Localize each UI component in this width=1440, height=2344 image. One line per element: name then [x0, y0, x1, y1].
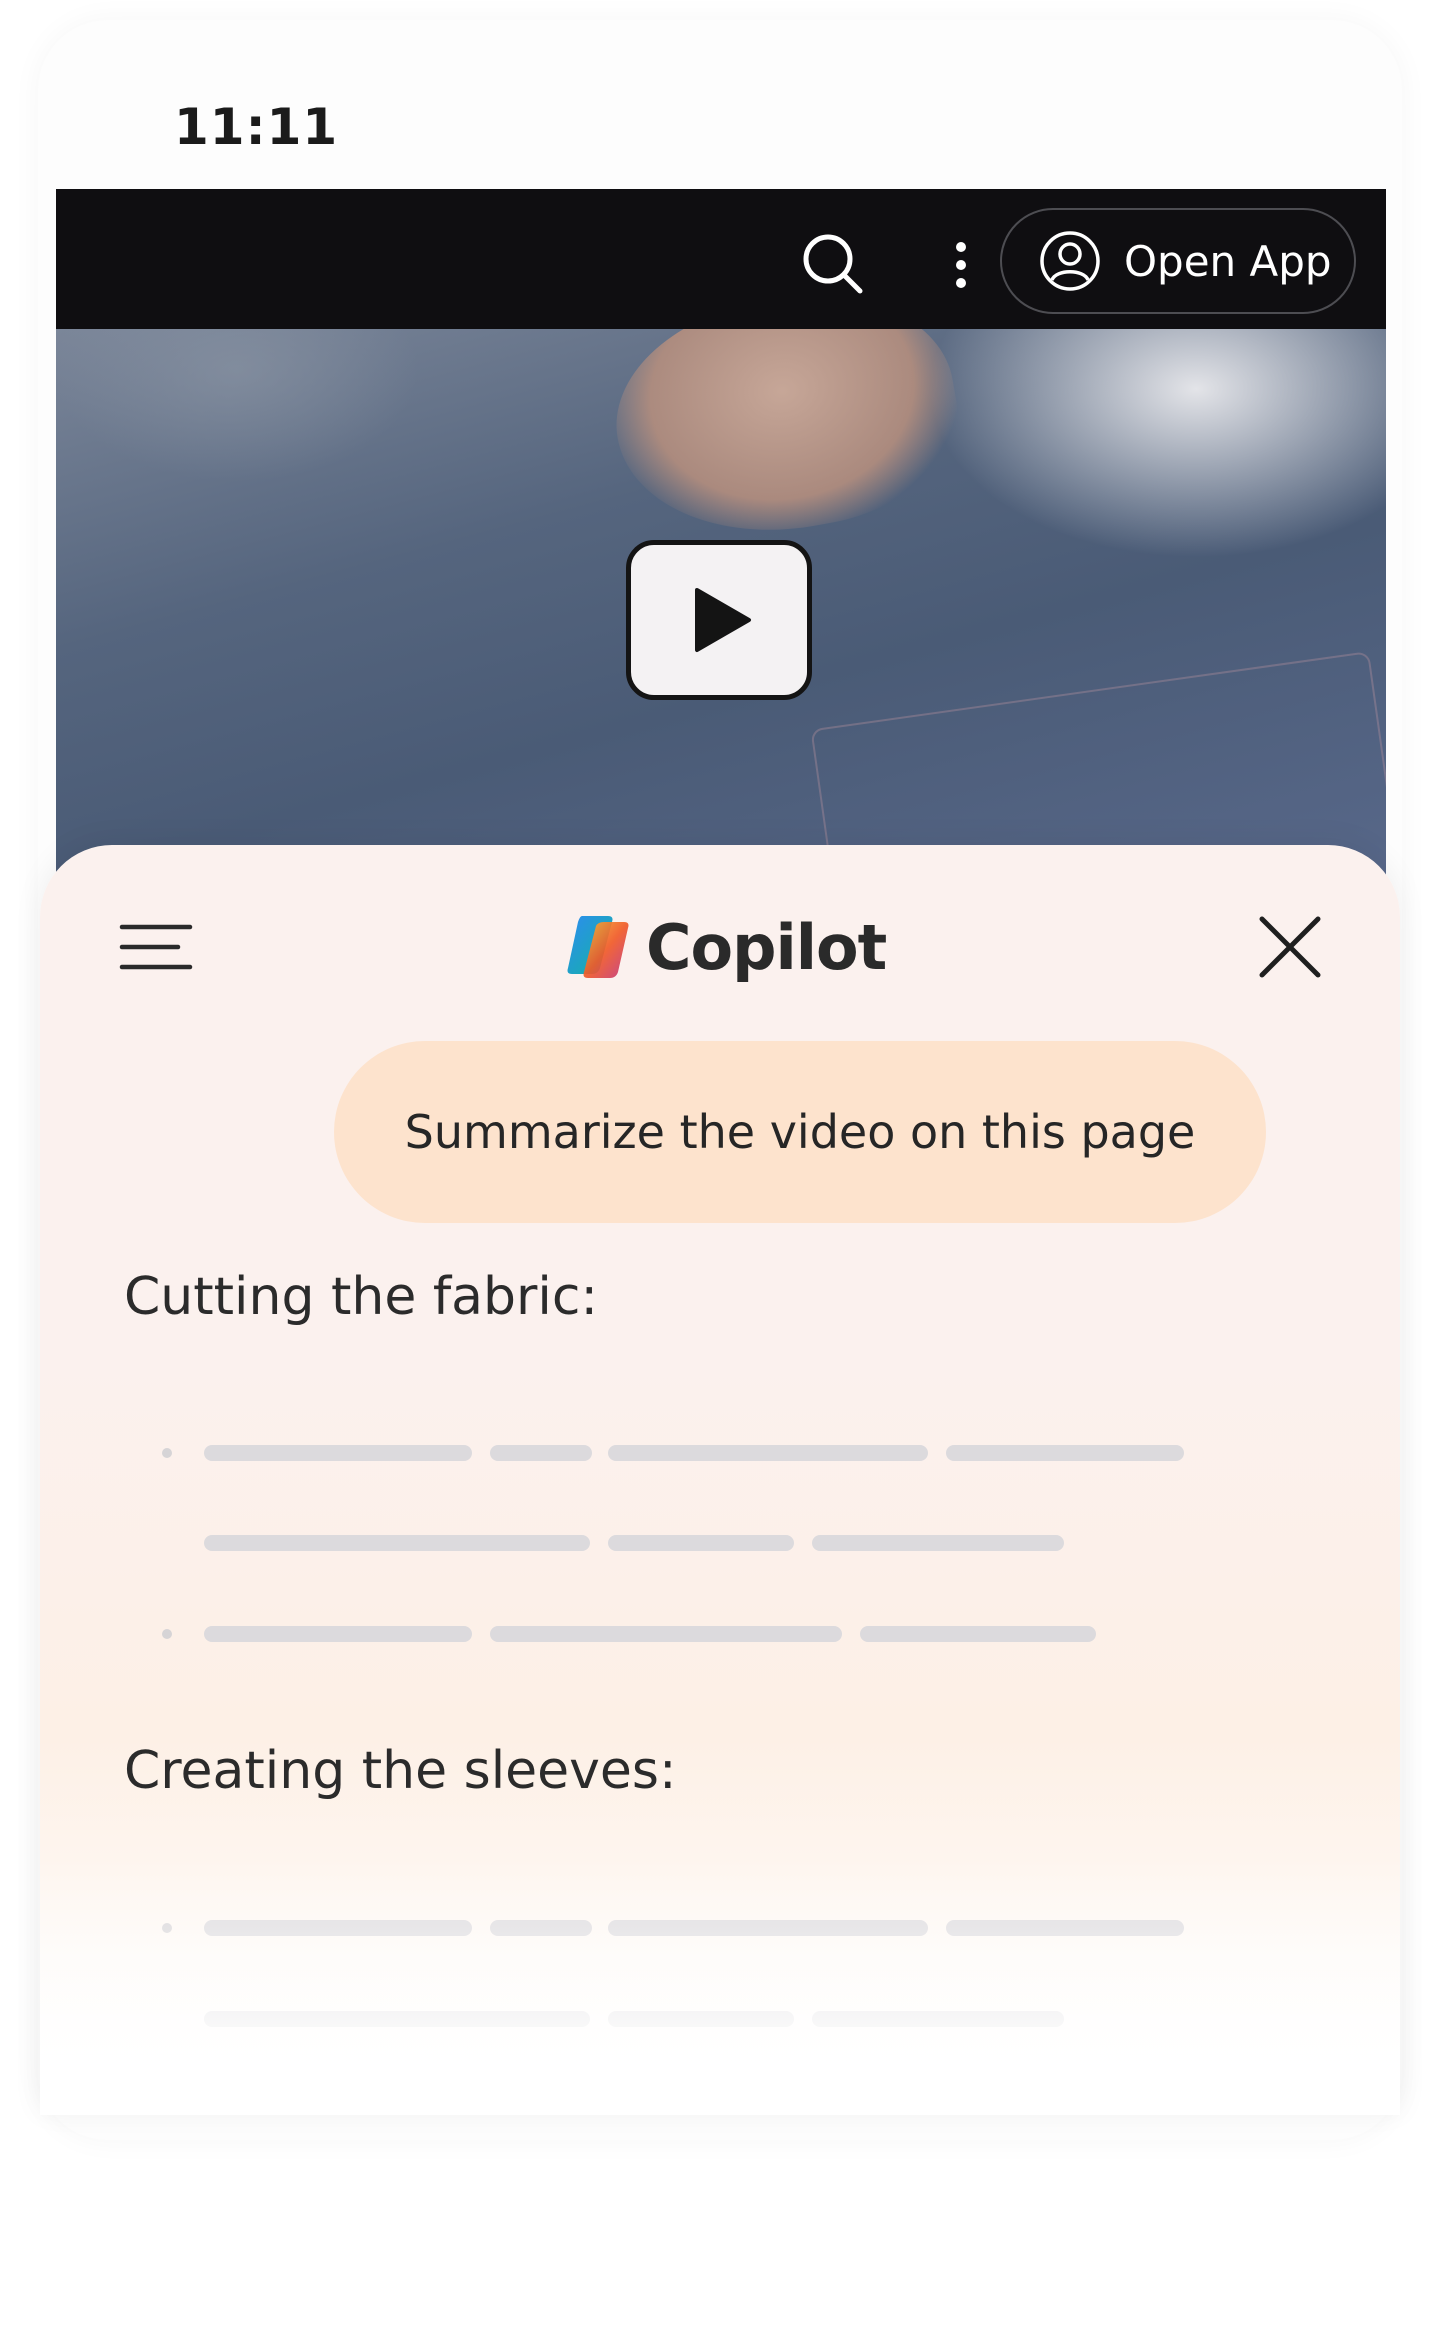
content-fade	[40, 1855, 1400, 2115]
copilot-brand: Copilot	[562, 897, 887, 997]
open-app-label: Open App	[1124, 236, 1332, 286]
more-vertical-icon	[956, 242, 966, 288]
skeleton-line	[946, 1920, 1184, 1936]
skeleton-line	[490, 1920, 592, 1936]
menu-button[interactable]	[118, 915, 198, 979]
skeleton-bullet	[162, 1923, 172, 1933]
skeleton-line	[608, 1535, 794, 1551]
play-icon	[695, 588, 751, 652]
skeleton-line	[946, 1445, 1184, 1461]
close-icon	[1259, 916, 1321, 978]
copilot-logo	[567, 916, 629, 978]
copilot-title: Copilot	[646, 910, 887, 984]
skeleton-line	[204, 2011, 590, 2027]
open-app-button[interactable]: Open App	[1000, 208, 1356, 314]
skeleton-line	[204, 1626, 472, 1642]
skeleton-line	[812, 2011, 1064, 2027]
copilot-panel: Copilot Summarize the video on this page…	[40, 845, 1400, 2115]
status-time: 11:11	[174, 98, 339, 156]
search-icon	[803, 234, 863, 294]
close-button[interactable]	[1252, 909, 1328, 985]
section-heading: Cutting the fabric:	[124, 1267, 598, 1327]
skeleton-bullet	[162, 1629, 172, 1639]
play-button[interactable]	[626, 540, 812, 700]
user-prompt-bubble: Summarize the video on this page	[334, 1041, 1266, 1223]
skeleton-line	[608, 1445, 928, 1461]
video-player[interactable]	[56, 329, 1386, 889]
menu-icon	[119, 924, 193, 970]
skeleton-line	[490, 1626, 842, 1642]
skeleton-line	[812, 1535, 1064, 1551]
search-button[interactable]	[794, 225, 874, 305]
skeleton-line	[490, 1445, 592, 1461]
user-prompt-text: Summarize the video on this page	[404, 1105, 1196, 1159]
skeleton-line	[204, 1535, 590, 1551]
skeleton-line	[608, 1920, 928, 1936]
video-thumbnail-hand	[598, 329, 974, 557]
skeleton-line	[204, 1920, 472, 1936]
browser-toolbar: Open App	[56, 189, 1386, 329]
more-options-button[interactable]	[936, 225, 986, 305]
skeleton-line	[860, 1626, 1096, 1642]
user-circle-icon	[1040, 231, 1100, 291]
skeleton-line	[204, 1445, 472, 1461]
skeleton-line	[608, 2011, 794, 2027]
skeleton-bullet	[162, 1448, 172, 1458]
section-heading: Creating the sleeves:	[124, 1741, 677, 1801]
